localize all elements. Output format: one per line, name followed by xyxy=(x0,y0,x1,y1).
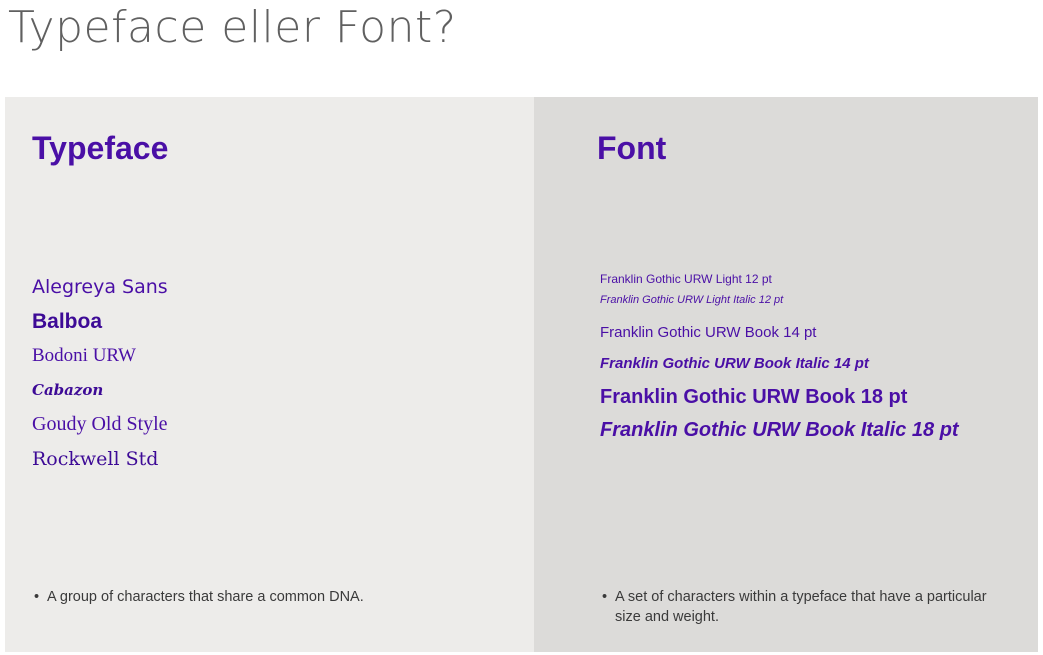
font-heading: Font xyxy=(597,130,667,166)
font-sample-light-12: Franklin Gothic URW Light 12 pt xyxy=(600,272,772,286)
font-sample-book-18: Franklin Gothic URW Book 18 pt xyxy=(600,386,908,408)
typeface-sample-balboa: Balboa xyxy=(32,310,103,333)
font-definition: • A set of characters within a typeface … xyxy=(602,587,1012,627)
font-sample-book-italic-18: Franklin Gothic URW Book Italic 18 pt xyxy=(600,419,959,441)
typeface-panel: Typeface Alegreya Sans Balboa Bodoni URW… xyxy=(5,97,534,652)
typeface-heading: Typeface xyxy=(32,130,169,166)
typeface-sample-bodoni-urw: Bodoni URW xyxy=(32,345,136,366)
typeface-definition-text: A group of characters that share a commo… xyxy=(47,589,364,605)
page-title: Typeface eller Font? xyxy=(8,2,457,53)
font-definition-text: A set of characters within a typeface th… xyxy=(615,589,987,625)
font-sample-light-italic-12: Franklin Gothic URW Light Italic 12 pt xyxy=(600,294,784,306)
font-panel: Font Franklin Gothic URW Light 12 pt Fra… xyxy=(534,97,1038,652)
bullet-icon: • xyxy=(34,589,40,605)
bullet-icon: • xyxy=(602,589,608,605)
font-sample-book-italic-14: Franklin Gothic URW Book Italic 14 pt xyxy=(600,355,869,372)
typeface-sample-alegreya-sans: Alegreya Sans xyxy=(32,276,168,298)
typeface-sample-rockwell-std: Rockwell Std xyxy=(32,448,159,470)
typeface-sample-list: Alegreya Sans Balboa Bodoni URW Cabazon … xyxy=(32,270,168,476)
font-sample-list: Franklin Gothic URW Light 12 pt Franklin… xyxy=(600,269,959,450)
typeface-definition: • A group of characters that share a com… xyxy=(34,587,504,607)
font-sample-book-14: Franklin Gothic URW Book 14 pt xyxy=(600,324,817,341)
typeface-sample-goudy-old-style: Goudy Old Style xyxy=(32,413,168,435)
typeface-sample-cabazon: Cabazon xyxy=(32,381,104,399)
